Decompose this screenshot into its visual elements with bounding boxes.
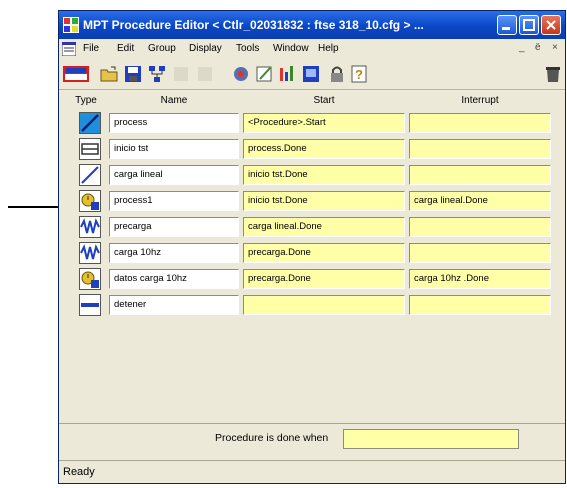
- start-field[interactable]: precarga.Done: [243, 243, 405, 263]
- edit-icon[interactable]: [255, 64, 275, 84]
- data-acquisition-icon[interactable]: [79, 268, 101, 290]
- start-field[interactable]: inicio tst.Done: [243, 165, 405, 185]
- maximize-button[interactable]: [519, 15, 539, 35]
- table-row[interactable]: process1 inicio tst.Done carga lineal.Do…: [59, 189, 565, 215]
- interrupt-field[interactable]: [409, 139, 551, 159]
- procedure-done-field[interactable]: [343, 429, 519, 449]
- ramp-icon[interactable]: [79, 112, 101, 134]
- name-field[interactable]: datos carga 10hz: [109, 269, 239, 289]
- interrupt-field[interactable]: carga lineal.Done: [409, 191, 551, 211]
- table-row[interactable]: carga lineal inicio tst.Done: [59, 163, 565, 189]
- name-field[interactable]: process1: [109, 191, 239, 211]
- table-row[interactable]: datos carga 10hz precarga.Done carga 10h…: [59, 267, 565, 293]
- mdi-close-button[interactable]: ×: [552, 42, 558, 53]
- menu-edit[interactable]: Edit: [117, 43, 134, 54]
- menu-file[interactable]: File: [83, 43, 99, 54]
- name-field[interactable]: detener: [109, 295, 239, 315]
- menu-help[interactable]: Help: [318, 43, 339, 54]
- start-field[interactable]: carga lineal.Done: [243, 217, 405, 237]
- cyclic-icon[interactable]: [79, 242, 101, 264]
- column-header-name: Name: [160, 95, 188, 106]
- name-field[interactable]: carga 10hz: [109, 243, 239, 263]
- interrupt-field[interactable]: [409, 243, 551, 263]
- mdi-restore-button[interactable]: ё: [535, 42, 541, 53]
- lock-icon[interactable]: [327, 64, 347, 84]
- name-field[interactable]: process: [109, 113, 239, 133]
- name-field[interactable]: carga lineal: [109, 165, 239, 185]
- divider: [59, 423, 565, 424]
- menu-group[interactable]: Group: [148, 43, 176, 54]
- start-field[interactable]: precarga.Done: [243, 269, 405, 289]
- table-row[interactable]: process <Procedure>.Start: [59, 111, 565, 137]
- procedure-done-label: Procedure is done when: [215, 432, 329, 444]
- monitor-icon[interactable]: [301, 64, 321, 84]
- chart-icon[interactable]: [277, 64, 297, 84]
- blank-icon[interactable]: [171, 64, 191, 84]
- interrupt-field[interactable]: [409, 295, 551, 315]
- window-title: MPT Procedure Editor < Ctlr_02031832 : f…: [83, 18, 424, 32]
- stop-icon[interactable]: [79, 294, 101, 316]
- gear-icon[interactable]: [231, 64, 251, 84]
- save-icon[interactable]: [123, 64, 143, 84]
- close-icon: [546, 20, 556, 30]
- menu-bar: File Edit Group Display Tools Window Hel…: [59, 39, 565, 59]
- minimize-button[interactable]: [497, 15, 517, 35]
- status-text: Ready: [63, 466, 95, 478]
- interrupt-field[interactable]: [409, 217, 551, 237]
- start-field[interactable]: process.Done: [243, 139, 405, 159]
- menu-tools[interactable]: Tools: [236, 43, 259, 54]
- start-field[interactable]: <Procedure>.Start: [243, 113, 405, 133]
- table-row[interactable]: precarga carga lineal.Done: [59, 215, 565, 241]
- table-row[interactable]: inicio tst process.Done: [59, 137, 565, 163]
- menu-window[interactable]: Window: [273, 43, 309, 54]
- help-icon[interactable]: ?: [349, 64, 369, 84]
- toolbar: ?: [59, 59, 565, 90]
- procedure-editor-window: MPT Procedure Editor < Ctlr_02031832 : f…: [58, 10, 566, 484]
- name-field[interactable]: precarga: [109, 217, 239, 237]
- table-row[interactable]: detener: [59, 293, 565, 319]
- network-icon[interactable]: [147, 64, 167, 84]
- document-icon[interactable]: [62, 42, 76, 56]
- hold-icon[interactable]: [79, 138, 101, 160]
- help-glyph: ?: [355, 67, 363, 82]
- status-bar: Ready: [59, 460, 565, 483]
- mts-logo-icon[interactable]: [63, 64, 89, 84]
- mdi-minimize-button[interactable]: _: [519, 42, 525, 53]
- cyclic-icon[interactable]: [79, 216, 101, 238]
- blank-icon[interactable]: [195, 64, 215, 84]
- interrupt-field[interactable]: [409, 113, 551, 133]
- app-icon: [63, 17, 79, 33]
- column-header-interrupt: Interrupt: [461, 95, 499, 106]
- maximize-icon: [523, 19, 535, 31]
- interrupt-field[interactable]: carga 10hz .Done: [409, 269, 551, 289]
- waste-icon[interactable]: [543, 64, 563, 84]
- close-button[interactable]: [541, 15, 561, 35]
- minimize-icon: [502, 27, 510, 30]
- column-header-type: Type: [75, 95, 97, 106]
- open-icon[interactable]: [99, 64, 119, 84]
- start-field[interactable]: inicio tst.Done: [243, 191, 405, 211]
- column-header-start: Start: [313, 95, 335, 106]
- name-field[interactable]: inicio tst: [109, 139, 239, 159]
- ramp-icon[interactable]: [79, 164, 101, 186]
- table-row[interactable]: carga 10hz precarga.Done: [59, 241, 565, 267]
- title-bar[interactable]: MPT Procedure Editor < Ctlr_02031832 : f…: [59, 11, 565, 39]
- menu-display[interactable]: Display: [189, 43, 222, 54]
- start-field[interactable]: [243, 295, 405, 315]
- interrupt-field[interactable]: [409, 165, 551, 185]
- data-acquisition-icon[interactable]: [79, 190, 101, 212]
